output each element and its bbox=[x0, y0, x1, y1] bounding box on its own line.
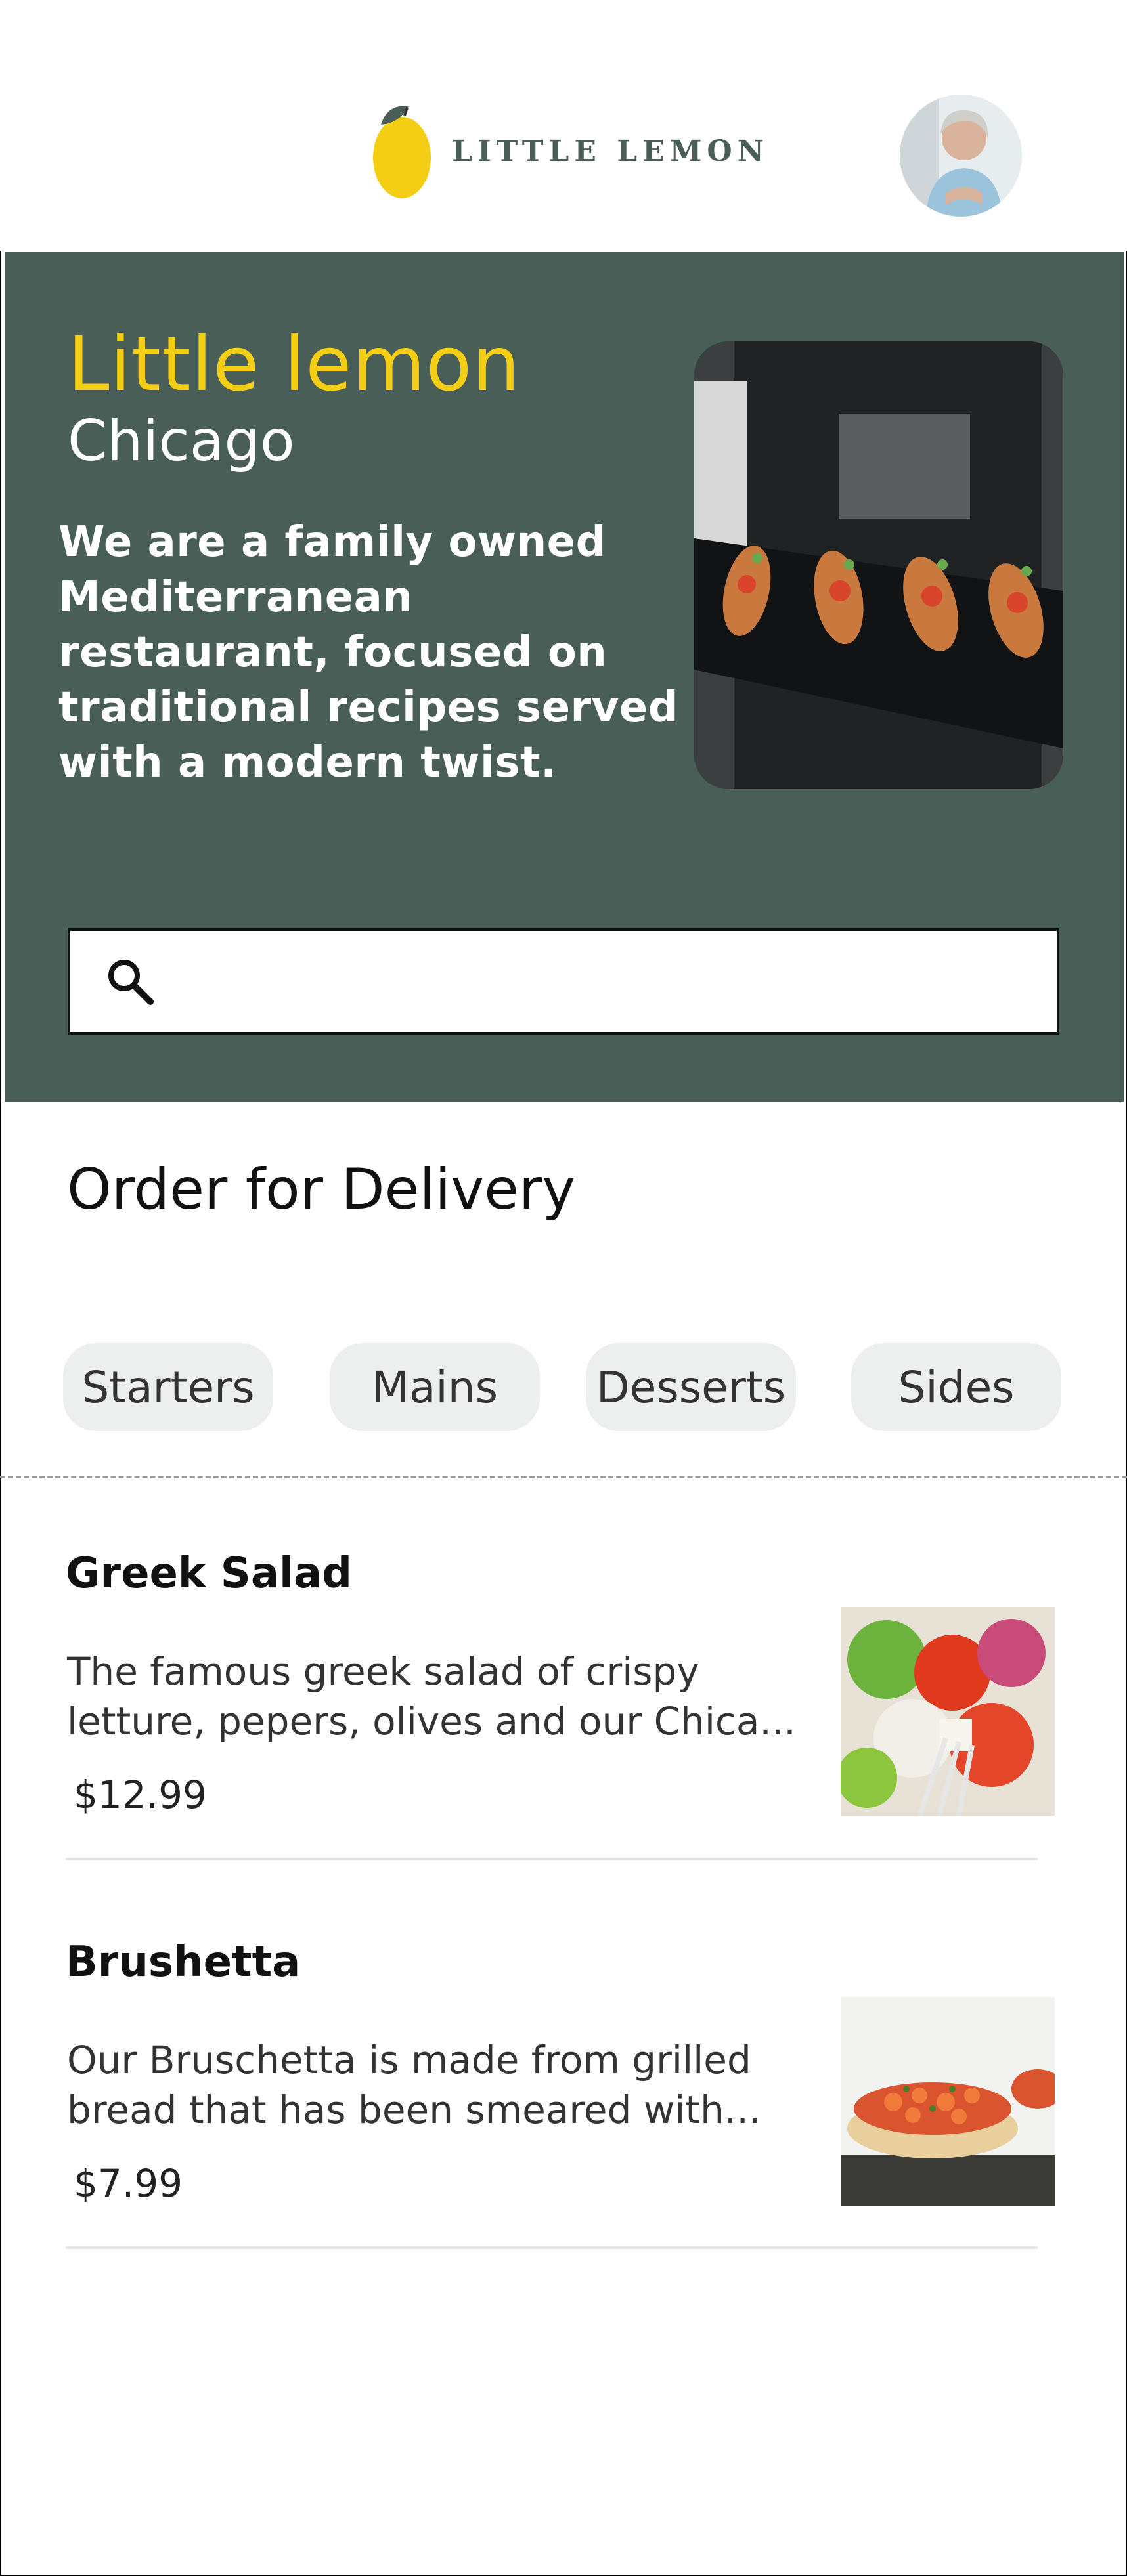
menu-item-name: Greek Salad bbox=[66, 1549, 352, 1598]
app-header: LITTLE LEMON bbox=[0, 0, 1127, 251]
bruschetta-photo bbox=[841, 1997, 1055, 2206]
hero-subtitle: Chicago bbox=[68, 408, 295, 474]
lemon-icon bbox=[373, 106, 431, 198]
menu-item-description: Our Bruschetta is made from grilled brea… bbox=[67, 2038, 761, 2132]
hero-food-photo bbox=[694, 341, 1063, 789]
category-chip-sides[interactable]: Sides bbox=[851, 1343, 1061, 1431]
menu-item-description: The famous greek salad of crispy letture… bbox=[67, 1649, 796, 1744]
menu-item-price: $12.99 bbox=[74, 1772, 207, 1817]
hero-section: Little lemon Chicago We are a family own… bbox=[5, 252, 1124, 1102]
greek-salad-image bbox=[841, 1607, 1055, 1816]
greek-salad-photo bbox=[841, 1607, 1055, 1816]
avatar-image bbox=[900, 95, 1022, 217]
menu-item-divider bbox=[66, 2246, 1038, 2249]
order-title: Order for Delivery bbox=[67, 1157, 576, 1222]
section-divider bbox=[0, 1476, 1127, 1478]
hero-description: We are a family owned Mediterranean rest… bbox=[58, 518, 678, 787]
menu-item-brushetta[interactable]: Brushetta Our Bruschetta is made from gr… bbox=[66, 1938, 1057, 2253]
search-bar[interactable] bbox=[68, 928, 1059, 1035]
menu-item-divider bbox=[66, 1858, 1038, 1860]
category-chips: Starters Mains Desserts Sides bbox=[63, 1343, 1061, 1431]
menu-item-price: $7.99 bbox=[74, 2161, 183, 2206]
category-chip-desserts[interactable]: Desserts bbox=[586, 1343, 796, 1431]
bruschetta-image bbox=[841, 1997, 1055, 2206]
search-input[interactable] bbox=[182, 944, 1038, 1021]
logo-text: LITTLE LEMON bbox=[452, 134, 769, 168]
category-chip-starters[interactable]: Starters bbox=[63, 1343, 273, 1431]
menu-item-greek-salad[interactable]: Greek Salad The famous greek salad of cr… bbox=[66, 1549, 1057, 1864]
search-icon[interactable] bbox=[104, 956, 157, 1008]
hero-food-image bbox=[694, 341, 1063, 789]
menu-item-name: Brushetta bbox=[66, 1938, 301, 1986]
profile-avatar[interactable] bbox=[900, 95, 1022, 217]
category-chip-mains[interactable]: Mains bbox=[330, 1343, 540, 1431]
logo: LITTLE LEMON bbox=[368, 98, 769, 204]
hero-title: Little lemon bbox=[68, 320, 521, 408]
